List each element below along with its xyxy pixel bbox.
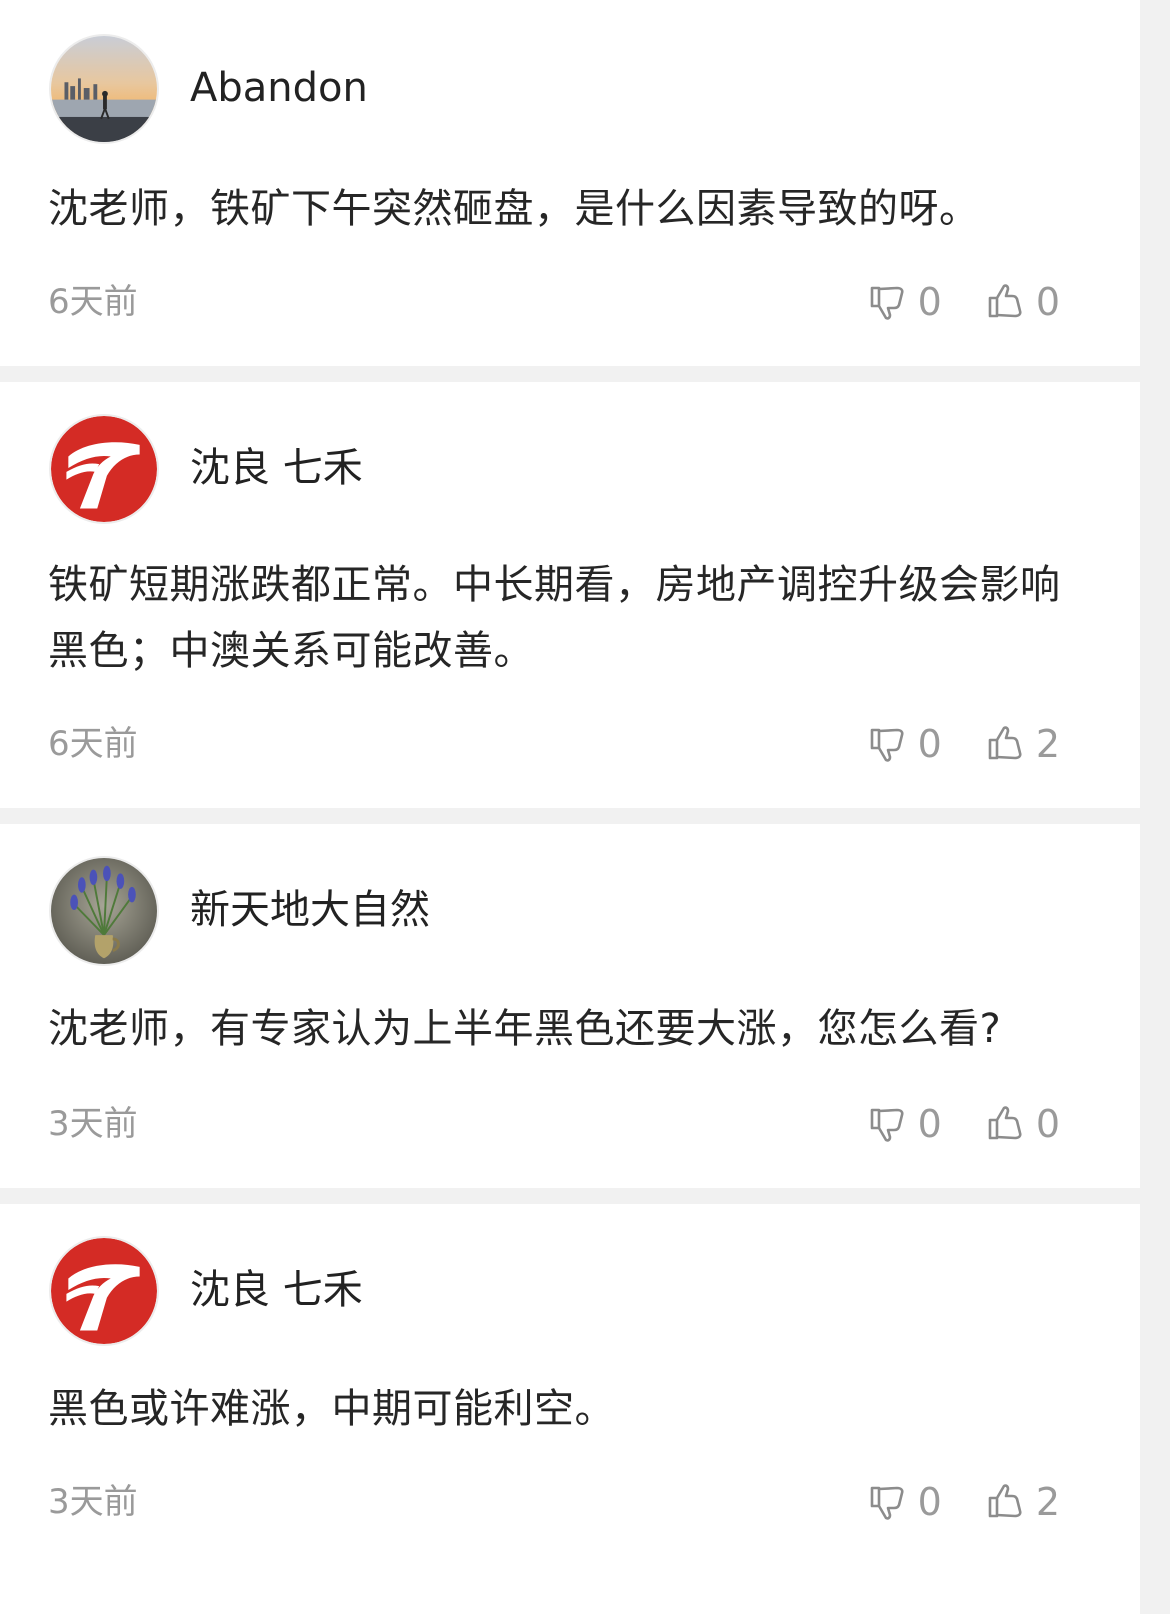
dislike-button[interactable]: 0	[868, 722, 942, 766]
comment-card: 沈良 七禾 铁矿短期涨跌都正常。中长期看，房地产调控升级会影响黑色；中澳关系可能…	[0, 382, 1140, 808]
comment-text: 黑色或许难涨，中期可能利空。	[48, 1386, 615, 1432]
like-button[interactable]: 2	[986, 1480, 1060, 1524]
comment-username[interactable]: 新天地大自然	[190, 886, 430, 934]
thumbs-up-icon	[988, 726, 1022, 760]
comment-username[interactable]: 沈良 七禾	[190, 1266, 363, 1314]
comment-username[interactable]: 沈良 七禾	[190, 444, 363, 492]
flowers-vase-avatar-image	[51, 858, 157, 964]
thumbs-up-icon	[988, 284, 1022, 318]
like-button[interactable]: 0	[986, 1102, 1060, 1146]
comment-actions: 0 0	[824, 1102, 1060, 1146]
comment-actions: 0 0	[824, 280, 1060, 324]
red-seven-logo-avatar-image	[51, 1238, 157, 1344]
dislike-button[interactable]: 0	[868, 280, 942, 324]
dislike-count: 0	[917, 1480, 942, 1524]
comment-time: 6天前	[48, 724, 138, 764]
dislike-button[interactable]: 0	[868, 1480, 942, 1524]
like-button[interactable]: 2	[986, 722, 1060, 766]
comment-card: 沈良 七禾 黑色或许难涨，中期可能利空。 3天前 0 2	[0, 1204, 1140, 1614]
like-button[interactable]: 0	[986, 280, 1060, 324]
comment-text: 沈老师，铁矿下午突然砸盘，是什么因素导致的呀。	[48, 186, 980, 232]
comment-list: Abandon 沈老师，铁矿下午突然砸盘，是什么因素导致的呀。 6天前 0 0	[0, 0, 1170, 1614]
user-avatar[interactable]	[49, 856, 159, 966]
red-seven-logo-avatar-image	[51, 416, 157, 522]
like-count: 0	[1035, 280, 1060, 324]
like-count: 2	[1035, 722, 1060, 766]
comment-time: 3天前	[48, 1482, 138, 1522]
thumbs-down-icon	[870, 1486, 904, 1520]
comment-time: 3天前	[48, 1104, 138, 1144]
thumbs-down-icon	[870, 728, 904, 762]
thumbs-down-icon	[870, 286, 904, 320]
comment-text: 铁矿短期涨跌都正常。中长期看，房地产调控升级会影响黑色；中澳关系可能改善。	[48, 562, 1061, 674]
thumbs-up-icon	[988, 1106, 1022, 1140]
comment-card: Abandon 沈老师，铁矿下午突然砸盘，是什么因素导致的呀。 6天前 0 0	[0, 0, 1140, 366]
like-count: 0	[1035, 1102, 1060, 1146]
comment-card: 新天地大自然 沈老师，有专家认为上半年黑色还要大涨，您怎么看? 3天前 0 0	[0, 824, 1140, 1188]
like-count: 2	[1035, 1480, 1060, 1524]
comment-text: 沈老师，有专家认为上半年黑色还要大涨，您怎么看?	[48, 1006, 1002, 1052]
comment-actions: 0 2	[824, 1480, 1060, 1524]
user-avatar[interactable]	[49, 414, 159, 524]
dislike-count: 0	[917, 280, 942, 324]
dislike-count: 0	[917, 722, 942, 766]
comment-username[interactable]: Abandon	[190, 64, 368, 112]
dislike-button[interactable]: 0	[868, 1102, 942, 1146]
dislike-count: 0	[917, 1102, 942, 1146]
comment-time: 6天前	[48, 282, 138, 322]
user-avatar[interactable]	[49, 34, 159, 144]
user-avatar[interactable]	[49, 1236, 159, 1346]
city-sunset-avatar-image	[51, 36, 157, 142]
comment-actions: 0 2	[824, 722, 1060, 766]
thumbs-up-icon	[988, 1484, 1022, 1518]
thumbs-down-icon	[870, 1108, 904, 1142]
